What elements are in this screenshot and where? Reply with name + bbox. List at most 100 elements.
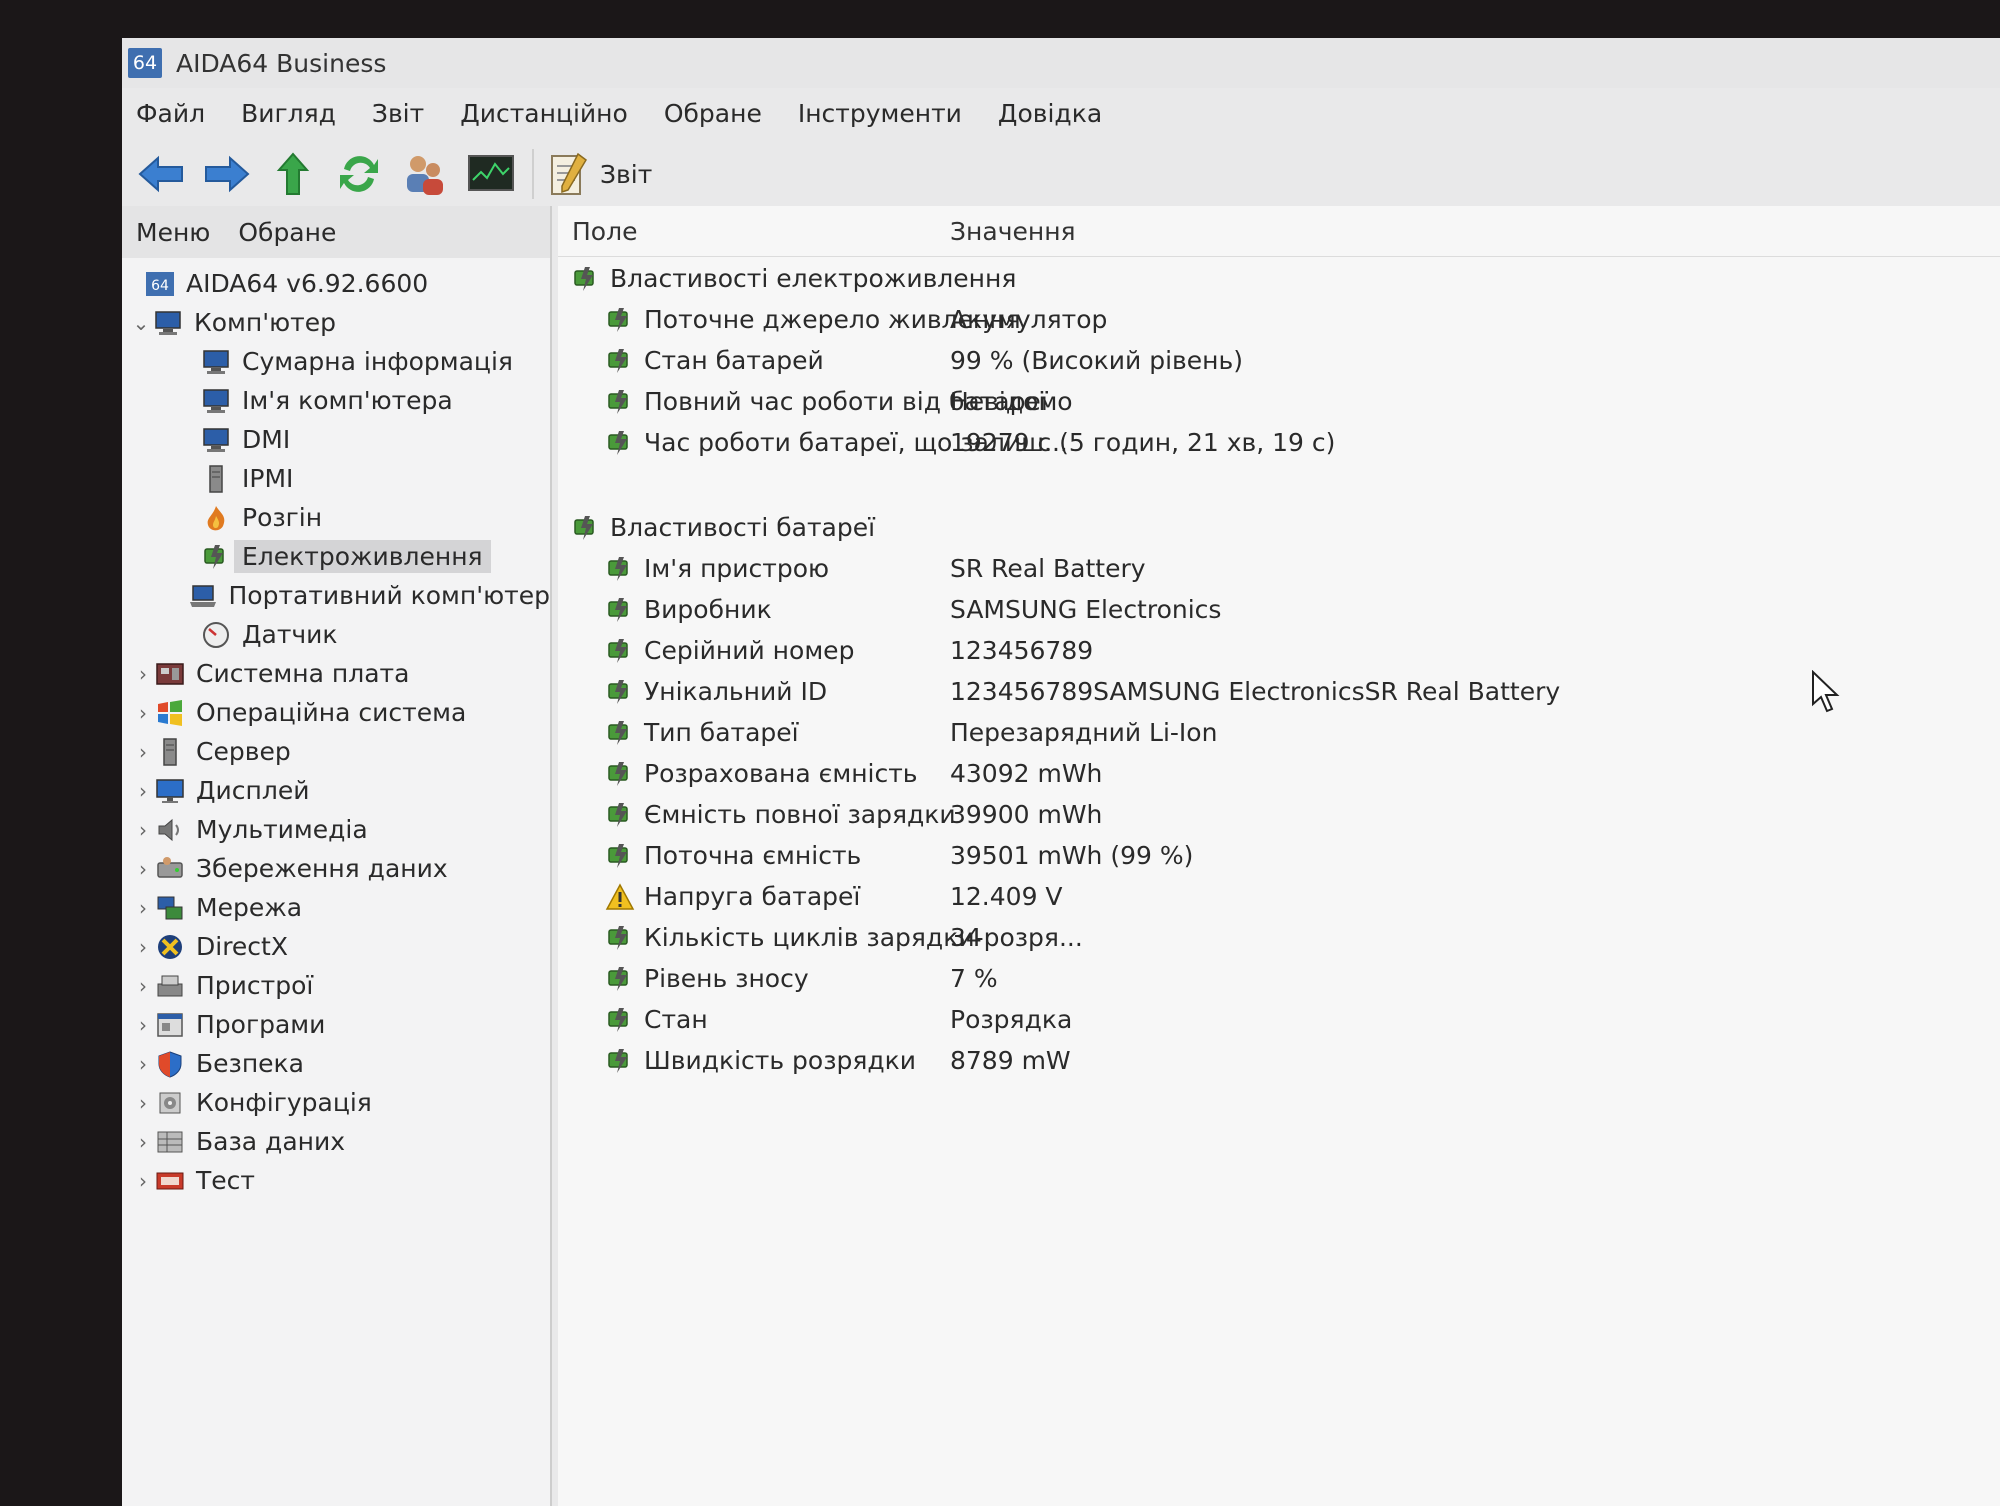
tree-root-aida64[interactable]: 64 AIDA64 v6.92.6600 — [122, 264, 550, 303]
chevron-right-icon[interactable]: › — [132, 1130, 154, 1154]
chevron-right-icon[interactable]: › — [132, 857, 154, 881]
tree-item-label: Збереження даних — [196, 854, 448, 883]
chevron-right-icon[interactable]: › — [132, 1013, 154, 1037]
svg-text:64: 64 — [151, 278, 169, 294]
database-icon — [154, 1127, 186, 1157]
details-panel: Поле Значення Властивості електроживленн… — [558, 206, 2000, 1506]
forward-button[interactable] — [200, 147, 254, 201]
chevron-right-icon[interactable]: › — [132, 740, 154, 764]
property-row[interactable]: Виробник SAMSUNG Electronics — [558, 589, 2000, 630]
property-value: 39501 mWh (99 %) — [950, 841, 1194, 870]
tree-item-category[interactable]: › Програми — [122, 1005, 550, 1044]
property-row[interactable]: Напруга батареї 12.409 V — [558, 876, 2000, 917]
property-value: 123456789SAMSUNG ElectronicsSR Real Batt… — [950, 677, 1561, 706]
property-row[interactable]: Серійний номер 123456789 — [558, 630, 2000, 671]
property-row[interactable]: Рівень зносу 7 % — [558, 958, 2000, 999]
tree-item-category[interactable]: › DirectX — [122, 927, 550, 966]
tree-item-category[interactable]: › Тест — [122, 1161, 550, 1200]
section-header[interactable]: Властивості батареї — [558, 507, 2000, 548]
property-field: Напруга батареї — [644, 882, 861, 911]
menu-tools[interactable]: Інструменти — [780, 99, 980, 128]
chevron-right-icon[interactable]: › — [132, 662, 154, 686]
chevron-right-icon[interactable]: › — [132, 701, 154, 725]
tree-item-computer-child[interactable]: IPMI — [122, 459, 550, 498]
property-row[interactable]: Стан батарей 99 % (Високий рівень) — [558, 340, 2000, 381]
property-row[interactable]: Швидкість розрядки 8789 mW — [558, 1040, 2000, 1081]
tree-item-category[interactable]: › Сервер — [122, 732, 550, 771]
menu-help[interactable]: Довідка — [980, 99, 1120, 128]
tree-item-category[interactable]: › Мережа — [122, 888, 550, 927]
menu-remote[interactable]: Дистанційно — [442, 99, 646, 128]
property-value: 39900 mWh — [950, 800, 1103, 829]
chevron-right-icon[interactable]: › — [132, 935, 154, 959]
up-button[interactable] — [266, 147, 320, 201]
refresh-button[interactable] — [332, 147, 386, 201]
users-button[interactable] — [398, 147, 452, 201]
tree-item-label: Мережа — [196, 893, 303, 922]
property-row[interactable]: Розрахована ємність 43092 mWh — [558, 753, 2000, 794]
property-row[interactable]: Тип батареї Перезарядний Li-Ion — [558, 712, 2000, 753]
chevron-right-icon[interactable]: › — [132, 896, 154, 920]
shield-icon — [154, 1049, 186, 1079]
tree-item-label: Комп'ютер — [194, 308, 336, 337]
power-icon — [604, 841, 636, 871]
tree-item-computer-child[interactable]: Сумарна інформація — [122, 342, 550, 381]
property-row[interactable]: Час роботи батареї, що залиш... 19279 с (… — [558, 422, 2000, 463]
tree-item-computer[interactable]: ⌄ Комп'ютер — [122, 303, 550, 342]
monitor-button[interactable] — [464, 147, 518, 201]
tree-item-category[interactable]: › Мультимедіа — [122, 810, 550, 849]
tree-item-label: Конфігурація — [196, 1088, 372, 1117]
menu-file[interactable]: Файл — [122, 99, 223, 128]
tab-favorites[interactable]: Обране — [224, 218, 350, 247]
chevron-right-icon[interactable]: › — [132, 1169, 154, 1193]
chevron-right-icon[interactable]: › — [132, 779, 154, 803]
chevron-right-icon[interactable]: › — [132, 1091, 154, 1115]
power-icon — [604, 800, 636, 830]
menu-report[interactable]: Звіт — [354, 99, 442, 128]
laptop-icon — [188, 581, 218, 611]
chevron-right-icon[interactable]: › — [132, 974, 154, 998]
property-row[interactable]: Унікальний ID 123456789SAMSUNG Electronic… — [558, 671, 2000, 712]
chevron-right-icon[interactable]: › — [132, 1052, 154, 1076]
chevron-down-icon[interactable]: ⌄ — [130, 311, 152, 335]
property-row[interactable]: Ємність повної зарядки 39900 mWh — [558, 794, 2000, 835]
tree-item-computer-child[interactable]: DMI — [122, 420, 550, 459]
tree-item-computer-child[interactable]: Розгін — [122, 498, 550, 537]
server-icon — [154, 737, 186, 767]
property-row[interactable]: Повний час роботи від батареї Невідомо — [558, 381, 2000, 422]
computer-icon — [200, 386, 232, 416]
tree-item-category[interactable]: › Безпека — [122, 1044, 550, 1083]
tree-item-category[interactable]: › Конфігурація — [122, 1083, 550, 1122]
tree-item-computer-child[interactable]: Ім'я комп'ютера — [122, 381, 550, 420]
field-column-header[interactable]: Поле — [572, 217, 637, 246]
property-value: Розрядка — [950, 1005, 1073, 1034]
tree-item-category[interactable]: › Системна плата — [122, 654, 550, 693]
tree-item-computer-child[interactable]: Портативний комп'ютер — [122, 576, 550, 615]
speaker-icon — [154, 815, 186, 845]
tree-item-category[interactable]: › База даних — [122, 1122, 550, 1161]
chevron-right-icon[interactable]: › — [132, 818, 154, 842]
power-icon — [570, 264, 602, 294]
tree-item-category[interactable]: › Дисплей — [122, 771, 550, 810]
property-row[interactable]: Поточне джерело живлення Акумулятор — [558, 299, 2000, 340]
tree-item-category[interactable]: › Пристрої — [122, 966, 550, 1005]
property-field: Ім'я пристрою — [644, 554, 830, 583]
tree-item-computer-child[interactable]: Датчик — [122, 615, 550, 654]
report-button[interactable]: Звіт — [548, 150, 652, 198]
property-value: SR Real Battery — [950, 554, 1146, 583]
tree-item-category[interactable]: › Операційна система — [122, 693, 550, 732]
tree-item-category[interactable]: › Збереження даних — [122, 849, 550, 888]
menu-favorites[interactable]: Обране — [646, 99, 780, 128]
property-row[interactable]: Поточна ємність 39501 mWh (99 %) — [558, 835, 2000, 876]
property-row[interactable]: Ім'я пристрою SR Real Battery — [558, 548, 2000, 589]
property-row[interactable]: Кількість циклів зарядки-розря... 34 — [558, 917, 2000, 958]
section-header[interactable]: Властивості електроживлення — [558, 258, 2000, 299]
tree-item-computer-child[interactable]: Електроживлення — [122, 537, 550, 576]
menu-view[interactable]: Вигляд — [223, 99, 354, 128]
property-value: SAMSUNG Electronics — [950, 595, 1222, 624]
property-row[interactable]: Стан Розрядка — [558, 999, 2000, 1040]
back-button[interactable] — [134, 147, 188, 201]
value-column-header[interactable]: Значення — [950, 217, 1076, 246]
tab-menu[interactable]: Меню — [122, 218, 224, 247]
tree-item-label: Системна плата — [196, 659, 410, 688]
